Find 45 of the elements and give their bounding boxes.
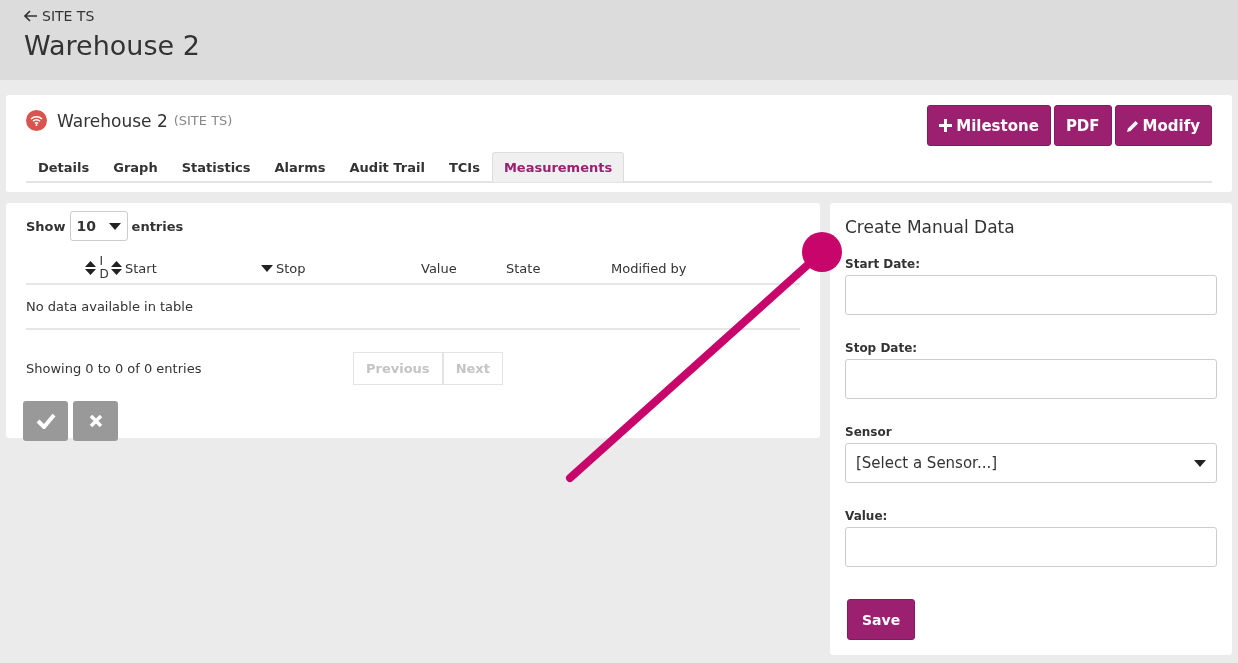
page-title: Warehouse 2: [24, 30, 201, 61]
input-field[interactable]: [845, 275, 1217, 315]
back-arrow-icon: [24, 10, 38, 22]
entries-label: entries: [131, 218, 184, 234]
tab[interactable]: Alarms: [262, 152, 338, 182]
column-header[interactable]: Stop: [276, 260, 306, 276]
close-icon: [88, 414, 103, 429]
tab[interactable]: Details: [26, 152, 102, 182]
field-label: Sensor: [845, 425, 893, 439]
table-info: Showing 0 to 0 of 0 entries: [26, 361, 203, 377]
sort-descending-icon[interactable]: [261, 264, 273, 273]
check-icon: [35, 413, 56, 430]
pencil-icon: [1126, 119, 1139, 132]
tab[interactable]: Audit Trail: [337, 152, 437, 182]
show-label: Show: [26, 218, 66, 234]
tab[interactable]: Measurements: [491, 152, 625, 182]
plus-icon: [939, 119, 953, 132]
add-milestone-button[interactable]: Milestone: [927, 105, 1051, 146]
modify-button[interactable]: Modify: [1114, 105, 1212, 146]
tab[interactable]: Graph: [101, 152, 170, 182]
save-button[interactable]: Save: [847, 599, 916, 640]
pdf-button[interactable]: PDF: [1053, 105, 1112, 146]
input-field[interactable]: [845, 527, 1217, 567]
tab[interactable]: TCIs: [436, 152, 492, 182]
sensor-select[interactable]: [Select a Sensor...]: [845, 443, 1217, 483]
field-label: Value:: [845, 509, 889, 523]
column-header[interactable]: State: [506, 260, 541, 276]
field-label: Stop Date:: [845, 341, 919, 355]
form-title: Create Manual Data: [845, 217, 1016, 237]
page-length-select[interactable]: 10: [69, 211, 128, 241]
column-header[interactable]: Modified by: [611, 260, 687, 276]
column-header[interactable]: Value: [421, 260, 457, 276]
site-name: Warehouse 2: [57, 110, 168, 131]
sort-icon[interactable]: [111, 260, 122, 277]
input-field[interactable]: [845, 359, 1217, 399]
field-label: Start Date:: [845, 257, 922, 271]
empty-table-message: No data available in table: [26, 285, 800, 331]
back-link[interactable]: SITE TS: [24, 8, 95, 24]
column-header[interactable]: Start: [125, 260, 157, 276]
dropdown-caret-icon: [1194, 459, 1206, 467]
tab[interactable]: Statistics: [169, 152, 263, 182]
caret-icon: [108, 222, 121, 230]
site-parent: (SITE TS): [173, 113, 233, 128]
column-header[interactable]: ID: [99, 255, 107, 282]
sort-icon[interactable]: [85, 260, 97, 277]
